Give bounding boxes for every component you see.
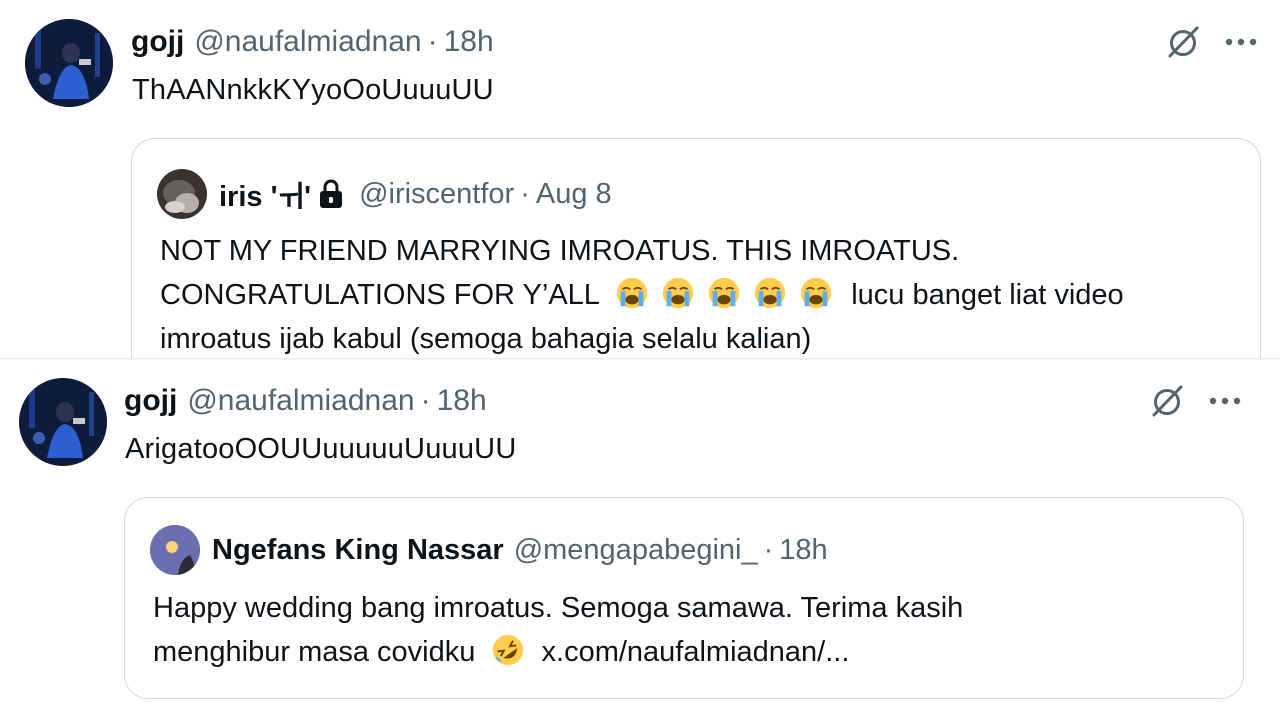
tweet-actions bbox=[1163, 22, 1261, 62]
loudly-crying-face-icon bbox=[708, 277, 740, 309]
separator: · bbox=[763, 533, 774, 566]
quoted-text-fragment: lucu banget liat video bbox=[851, 279, 1124, 311]
author-handle[interactable]: @naufalmiadnan bbox=[187, 384, 414, 418]
avatar[interactable] bbox=[25, 19, 113, 107]
quoted-text-line: Happy wedding bang imroatus. Semoga sama… bbox=[153, 592, 964, 624]
quoted-text-line: CONGRATULATIONS FOR Y’ALL lucu banget li… bbox=[160, 273, 1240, 317]
quoted-timestamp[interactable]: 18h bbox=[779, 534, 827, 567]
tweet-text: ArigatooOOUUuuuuuUuuuUU bbox=[125, 433, 517, 465]
tweet-text: ThAANnkkKYyoOoUuuuUU bbox=[132, 74, 494, 106]
author-name[interactable]: gojj bbox=[131, 25, 184, 59]
timestamp[interactable]: 18h bbox=[437, 384, 487, 418]
quoted-timestamp[interactable]: Aug 8 bbox=[536, 178, 612, 211]
more-icon[interactable] bbox=[1221, 22, 1261, 62]
more-icon[interactable] bbox=[1205, 381, 1245, 421]
loudly-crying-face-icon bbox=[616, 277, 648, 309]
separator: · bbox=[427, 25, 438, 58]
timestamp[interactable]: 18h bbox=[444, 25, 494, 59]
tweet-top[interactable]: gojj @naufalmiadnan · 18h ThAANnkkKYyoOo… bbox=[0, 0, 1280, 360]
author-name[interactable]: gojj bbox=[124, 384, 177, 418]
tweet-header: gojj @naufalmiadnan · 18h bbox=[131, 25, 494, 59]
separator: · bbox=[520, 177, 530, 210]
grok-icon[interactable] bbox=[1163, 22, 1203, 62]
avatar[interactable] bbox=[157, 169, 207, 219]
quoted-tweet-text: Happy wedding bang imroatus. Semoga sama… bbox=[153, 586, 1223, 674]
tweet-header: gojj @naufalmiadnan · 18h bbox=[124, 384, 487, 418]
rolling-on-the-floor-laughing-icon bbox=[493, 634, 524, 666]
quoted-text-line: menghibur masa covidku x.com/naufalmiadn… bbox=[153, 630, 1223, 674]
quoted-tweet[interactable]: iris 'ㅟ' @iriscentfor · Aug 8 NOT MY FRI… bbox=[131, 138, 1261, 360]
screenshot-stage: gojj @naufalmiadnan · 18h ThAANnkkKYyoOo… bbox=[0, 0, 1280, 720]
quoted-tweet-text: NOT MY FRIEND MARRYING IMROATUS. THIS IM… bbox=[160, 229, 1240, 360]
loudly-crying-face-icon bbox=[801, 277, 832, 309]
quoted-author-name[interactable]: Ngefans King Nassar bbox=[212, 534, 504, 567]
quoted-author-handle[interactable]: @mengapabegini_ bbox=[514, 534, 758, 567]
quoted-author-handle[interactable]: @iriscentfor bbox=[359, 178, 514, 211]
quoted-link[interactable]: x.com/naufalmiadnan/... bbox=[542, 636, 850, 668]
emoji-group bbox=[615, 277, 845, 311]
author-handle[interactable]: @naufalmiadnan bbox=[194, 25, 421, 59]
quoted-author-name[interactable]: iris 'ㅟ' bbox=[219, 173, 311, 215]
loudly-crying-face-icon bbox=[754, 277, 786, 309]
grok-icon[interactable] bbox=[1147, 381, 1187, 421]
separator: · bbox=[420, 384, 431, 417]
quoted-tweet-header: iris 'ㅟ' @iriscentfor · Aug 8 bbox=[157, 169, 612, 219]
quoted-text-fragment: menghibur masa covidku bbox=[153, 636, 476, 668]
quoted-text-line: imroatus ijab kabul (semoga bahagia sela… bbox=[160, 323, 812, 355]
quoted-text-fragment: CONGRATULATIONS FOR Y’ALL bbox=[160, 279, 599, 311]
tweet-bottom[interactable]: gojj @naufalmiadnan · 18h ArigatooOOUUuu… bbox=[0, 360, 1280, 720]
avatar[interactable] bbox=[19, 378, 107, 466]
quoted-tweet[interactable]: Ngefans King Nassar @mengapabegini_ · 18… bbox=[124, 497, 1244, 699]
tweet-actions bbox=[1147, 381, 1245, 421]
lock-icon bbox=[319, 179, 343, 209]
avatar[interactable] bbox=[150, 525, 200, 575]
quoted-text-line: NOT MY FRIEND MARRYING IMROATUS. THIS IM… bbox=[160, 235, 960, 267]
loudly-crying-face-icon bbox=[662, 277, 694, 309]
quoted-tweet-header: Ngefans King Nassar @mengapabegini_ · 18… bbox=[150, 525, 828, 575]
